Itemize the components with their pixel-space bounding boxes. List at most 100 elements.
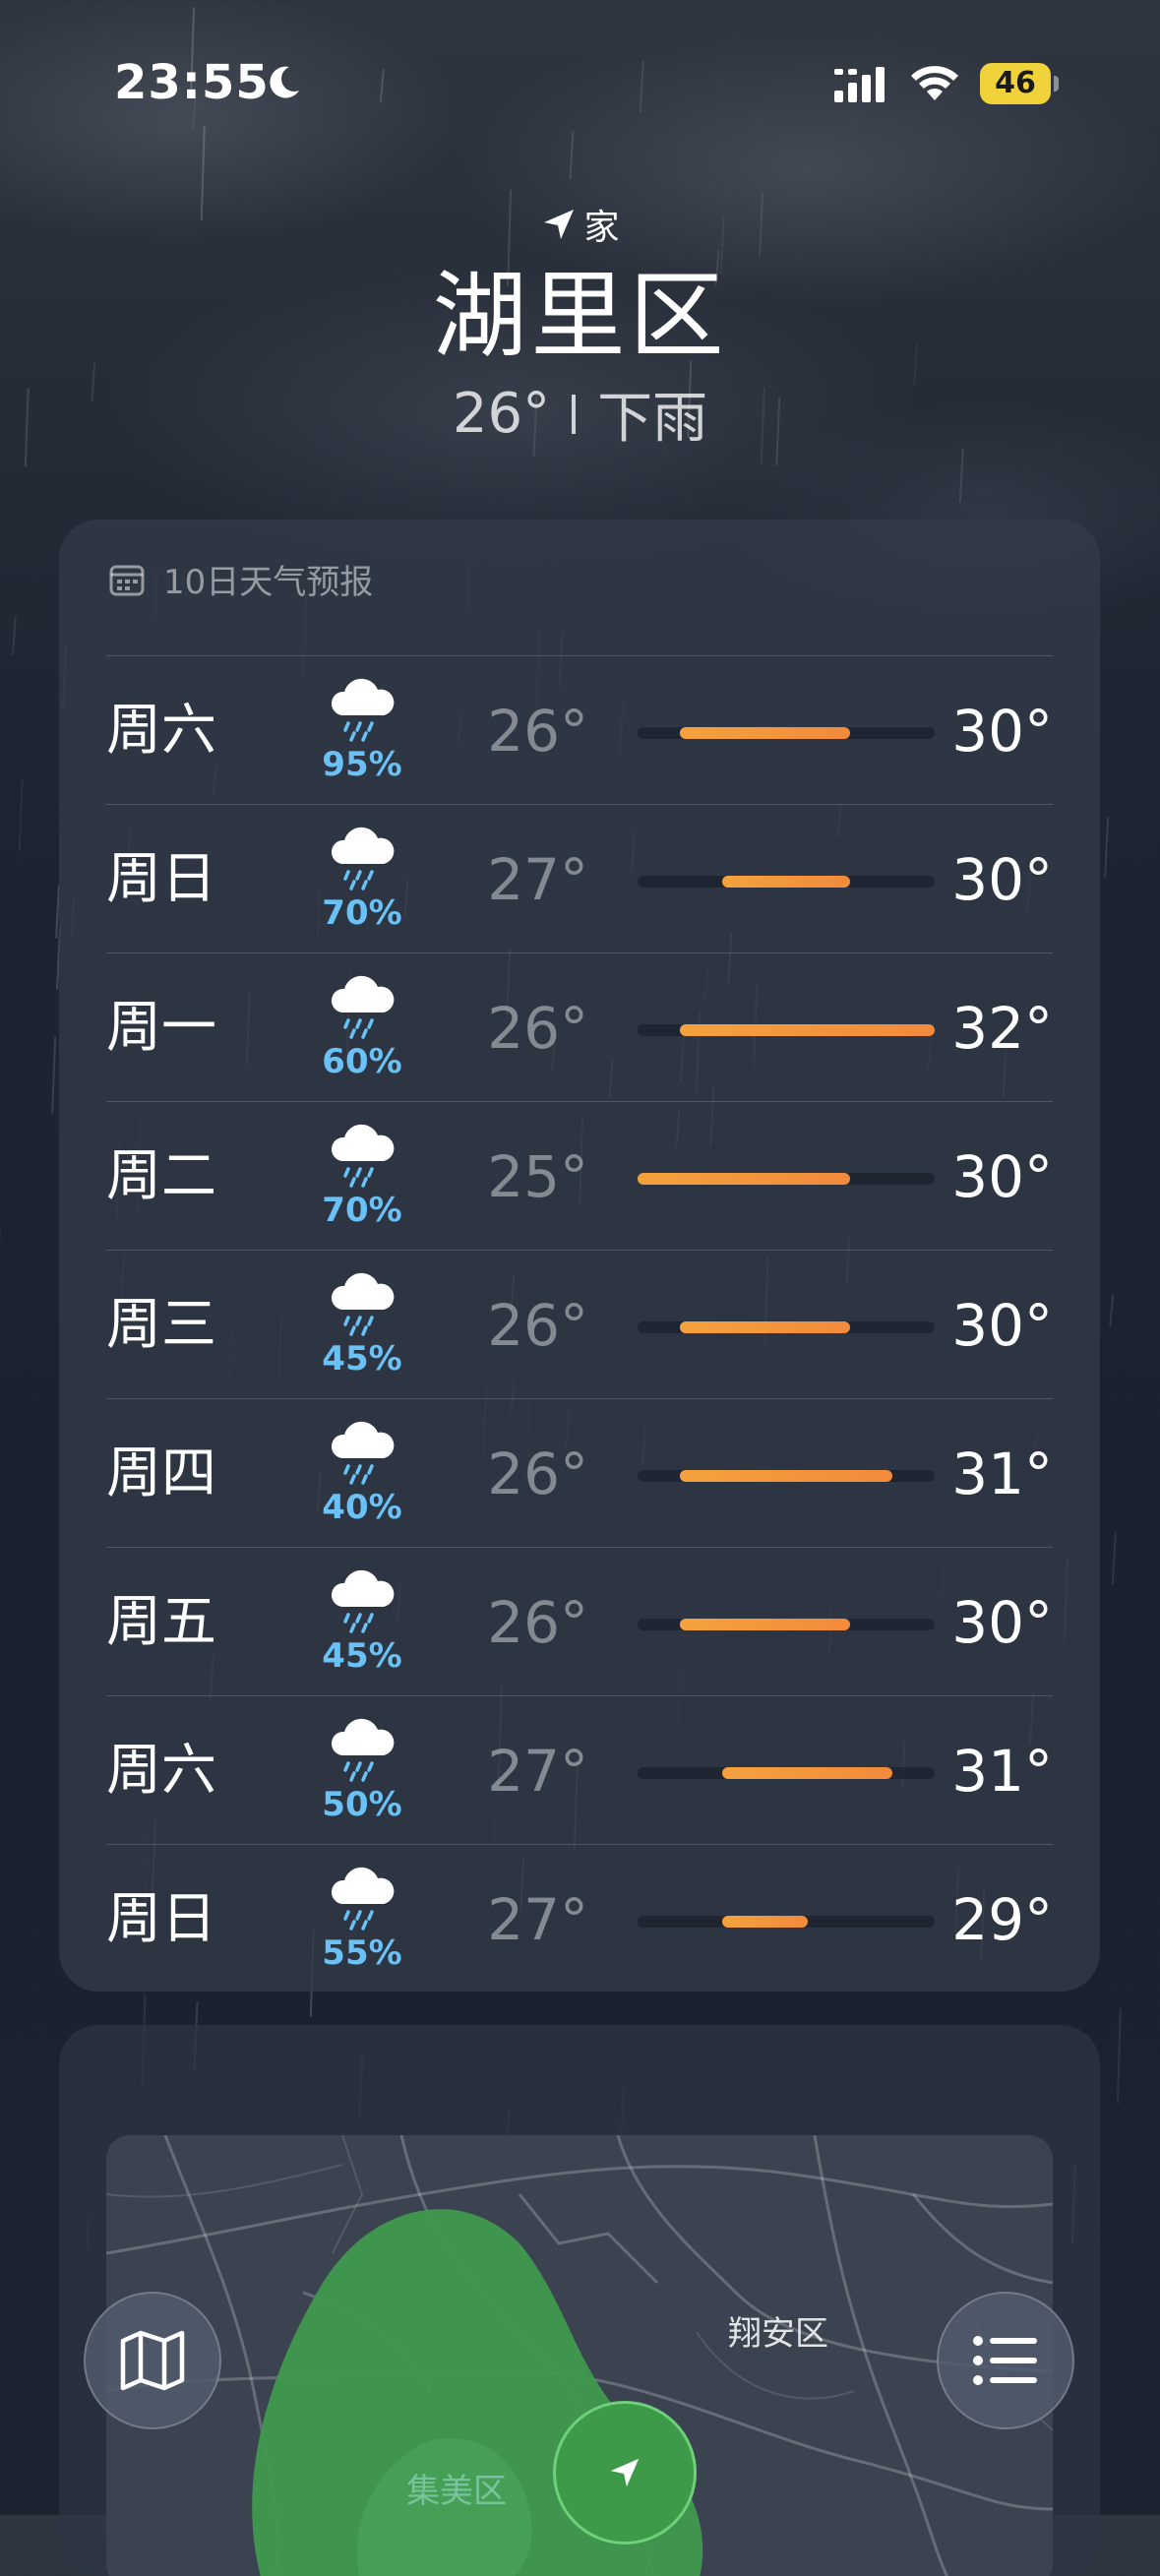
temp-low: 26° (472, 698, 588, 765)
rain-streak (1118, 2008, 1121, 2102)
rain-streak (13, 617, 16, 655)
ten-day-forecast-card[interactable]: 10日天气预报 周六 95% 26° 30° 周日 70% 27° 30° 周一… (59, 520, 1100, 1992)
day-label: 周日 (106, 1888, 216, 1951)
temp-range-fill (722, 876, 849, 888)
precipitation-chance: 70% (303, 893, 421, 933)
temp-low: 26° (472, 1292, 588, 1359)
temp-range-fill (680, 1321, 850, 1333)
temp-low: 26° (472, 1441, 588, 1507)
calendar-icon (108, 561, 146, 598)
rain-cloud-icon (325, 823, 399, 891)
wifi-icon (907, 63, 962, 104)
location-arrow-icon (540, 206, 578, 243)
precipitation-chance: 45% (303, 1636, 421, 1676)
temp-range-fill (680, 1024, 935, 1036)
rain-cloud-icon (325, 1120, 399, 1189)
temp-high: 31° (951, 1738, 1053, 1805)
forecast-row[interactable]: 周三 45% 26° 30° (106, 1250, 1053, 1398)
temp-range-bar (638, 1321, 935, 1333)
forecast-row[interactable]: 周六 50% 27° 31° (106, 1695, 1053, 1844)
temp-low: 26° (472, 1589, 588, 1656)
forecast-row[interactable]: 周日 55% 27° 29° (106, 1844, 1053, 1993)
temp-range-bar (638, 876, 935, 888)
rain-cloud-icon (325, 1565, 399, 1634)
current-condition: 下雨 (597, 374, 707, 454)
temp-high: 30° (951, 1292, 1053, 1359)
forecast-row[interactable]: 周二 70% 25° 30° (106, 1101, 1053, 1250)
temp-low: 27° (472, 846, 588, 913)
rain-cloud-icon (325, 971, 399, 1040)
location-header: 家 湖里区 26° 下雨 (0, 197, 1160, 454)
temp-range-bar (638, 1024, 935, 1036)
temp-range-fill (722, 1767, 892, 1779)
temp-range-bar (638, 1173, 935, 1185)
location-tag-label: 家 (583, 199, 619, 250)
rain-cloud-icon (325, 1714, 399, 1783)
forecast-title: 10日天气预报 (163, 555, 373, 603)
temp-range-fill (680, 1470, 892, 1482)
forecast-row[interactable]: 周五 45% 26° 30° (106, 1547, 1053, 1695)
day-label: 周三 (106, 1294, 216, 1357)
precipitation-map[interactable]: 翔安区 集美区 (106, 2135, 1053, 2576)
temp-range-bar (638, 1916, 935, 1928)
map-current-location-marker[interactable] (553, 2401, 697, 2545)
day-label: 周四 (106, 1442, 216, 1505)
status-time: 23:55 (114, 55, 270, 110)
map-label-jimei: 集美区 (406, 2464, 507, 2512)
day-label: 周五 (106, 1591, 216, 1654)
summary-divider (572, 395, 576, 434)
day-label: 周一 (106, 997, 216, 1060)
temp-range-fill (722, 1916, 807, 1928)
map-icon (117, 2325, 188, 2396)
forecast-row[interactable]: 周一 60% 26° 32° (106, 952, 1053, 1101)
map-button[interactable] (84, 2292, 221, 2429)
temp-low: 25° (472, 1143, 588, 1210)
temp-low: 27° (472, 1738, 588, 1805)
current-temperature: 26° (453, 382, 550, 446)
rain-streak (1110, 1294, 1113, 1325)
temp-low: 27° (472, 1886, 588, 1953)
day-label: 周六 (106, 700, 216, 763)
day-label: 周二 (106, 1145, 216, 1208)
rain-cloud-icon (325, 1268, 399, 1337)
temp-high: 30° (951, 1589, 1053, 1656)
forecast-row[interactable]: 周日 70% 27° 30° (106, 804, 1053, 952)
forecast-row[interactable]: 周六 95% 26° 30° (106, 655, 1053, 804)
current-summary: 26° 下雨 (0, 374, 1160, 454)
temp-range-bar (638, 1767, 935, 1779)
battery-level: 46 (980, 63, 1051, 104)
rain-cloud-icon (325, 674, 399, 743)
temp-high: 29° (951, 1886, 1053, 1953)
list-icon (970, 2331, 1041, 2390)
temp-high: 30° (951, 698, 1053, 765)
location-list-button[interactable] (937, 2292, 1074, 2429)
location-tag: 家 (0, 197, 1160, 252)
temp-high: 32° (951, 995, 1053, 1062)
precipitation-chance: 50% (303, 1785, 421, 1824)
day-label: 周日 (106, 848, 216, 911)
temp-high: 30° (951, 1143, 1053, 1210)
rain-streak (52, 1037, 55, 1114)
precipitation-chance: 45% (303, 1339, 421, 1379)
rain-streak (20, 779, 23, 851)
precipitation-map-card[interactable]: 翔安区 集美区 (59, 2025, 1100, 2576)
moon-icon (264, 63, 303, 102)
precipitation-chance: 40% (303, 1488, 421, 1527)
rain-streak (1113, 1532, 1116, 1584)
cellular-signal-icon (832, 65, 891, 104)
temp-high: 31° (951, 1441, 1053, 1507)
temp-high: 30° (951, 846, 1053, 913)
temp-range-bar (638, 1470, 935, 1482)
day-label: 周六 (106, 1740, 216, 1803)
rain-cloud-icon (325, 1863, 399, 1932)
map-label-xiangan: 翔安区 (728, 2306, 828, 2355)
forecast-row[interactable]: 周四 40% 26° 31° (106, 1398, 1053, 1547)
precipitation-chance: 60% (303, 1042, 421, 1081)
temp-range-fill (680, 727, 850, 739)
battery-tip (1054, 76, 1059, 92)
temp-range-bar (638, 1619, 935, 1630)
temp-range-fill (638, 1173, 850, 1185)
city-name: 湖里区 (0, 262, 1160, 370)
forecast-list: 周六 95% 26° 30° 周日 70% 27° 30° 周一 60% 26°… (106, 655, 1053, 1993)
battery-icon: 46 (980, 63, 1059, 104)
